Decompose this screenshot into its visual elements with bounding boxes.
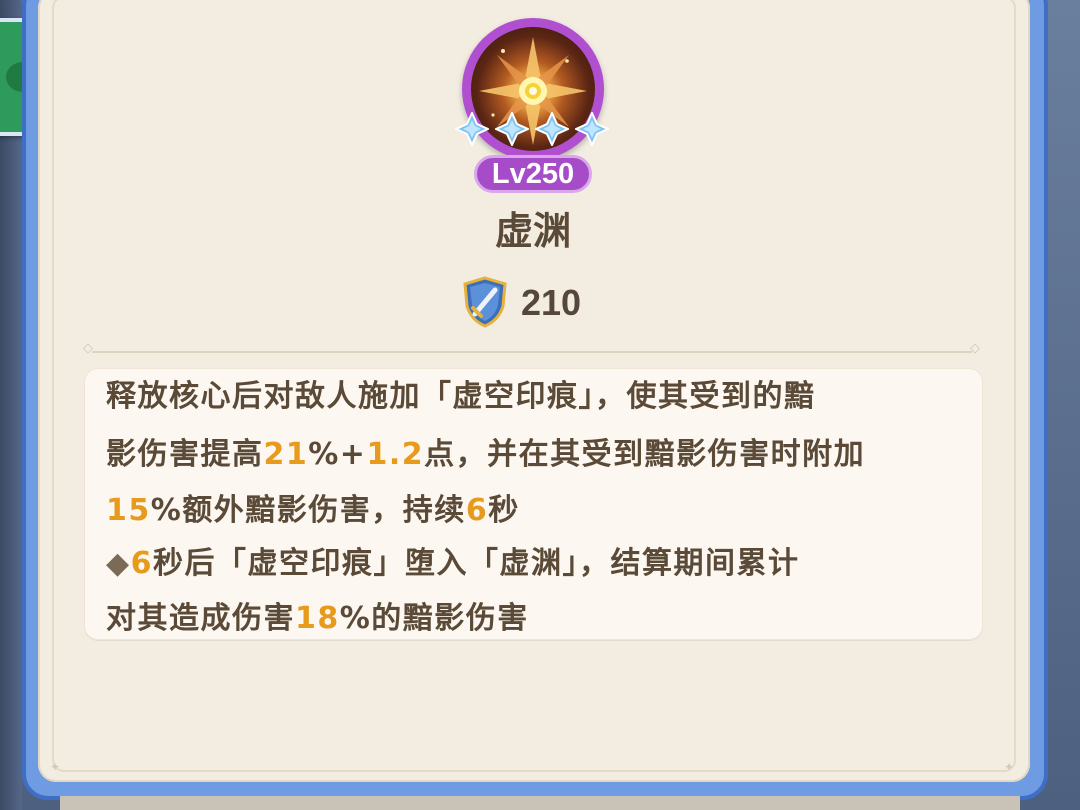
description-text: %+	[308, 437, 367, 472]
description-line: ◆6秒后「虚空印痕」堕入「虚渊」，结算期间累计	[106, 540, 799, 588]
highlight-value: 6	[130, 546, 153, 581]
star-rating	[455, 112, 611, 152]
description-text: 影伤害提高	[106, 437, 264, 472]
skill-detail-screen: ✦ ✦ Lv250 虚渊 210 ◇ ◇ 释放核心后对敌人施加「虚空印痕」，使其…	[0, 0, 1080, 810]
description-line: 影伤害提高21%+1.2点，并在其受到黯影伤害时附加	[106, 431, 865, 479]
description-text: 对其造成伤害	[106, 601, 295, 636]
corner-ornament-icon: ✦	[1004, 760, 1015, 774]
blue-diamond-star-icon	[535, 112, 569, 146]
description-text: 释放核心后对敌人施加「虚空印痕」，使其受到的黯	[106, 379, 816, 414]
highlight-value: 1.2	[366, 437, 425, 472]
blue-diamond-star-icon	[495, 112, 529, 146]
description-text: %的黯影伤害	[339, 601, 529, 636]
highlight-value: 6	[465, 493, 489, 528]
description-text: %额外黯影伤害，持续	[150, 493, 466, 528]
description-line: 15%额外黯影伤害，持续6秒	[106, 487, 520, 535]
bottom-edge	[60, 796, 1020, 810]
description-text: 秒	[488, 493, 520, 528]
highlight-value: 18	[295, 601, 340, 636]
level-badge: Lv250	[474, 155, 592, 193]
power-value: 210	[521, 282, 582, 323]
skill-name: 虚渊	[494, 209, 571, 253]
blue-diamond-star-icon	[455, 112, 489, 146]
corner-ornament-icon: ✦	[50, 760, 61, 774]
description-line: 对其造成伤害18%的黯影伤害	[106, 595, 529, 643]
blue-diamond-star-icon	[575, 112, 609, 146]
divider-ornament-icon: ◇	[83, 341, 93, 356]
description-text: 点，并在其受到黯影伤害时附加	[424, 437, 866, 472]
description-text: 秒后「虚空印痕」堕入「虚渊」，结算期间累计	[152, 546, 800, 581]
description-line: 释放核心后对敌人施加「虚空印痕」，使其受到的黯	[106, 373, 816, 421]
shield-sword-icon	[463, 276, 507, 328]
highlight-value: 21	[263, 437, 309, 472]
divider-ornament-icon: ◇	[970, 341, 980, 356]
highlight-value: 15	[106, 493, 151, 528]
bullet-diamond-icon: ◆	[106, 546, 131, 581]
power-stat: 210	[455, 272, 615, 332]
divider	[92, 351, 972, 353]
